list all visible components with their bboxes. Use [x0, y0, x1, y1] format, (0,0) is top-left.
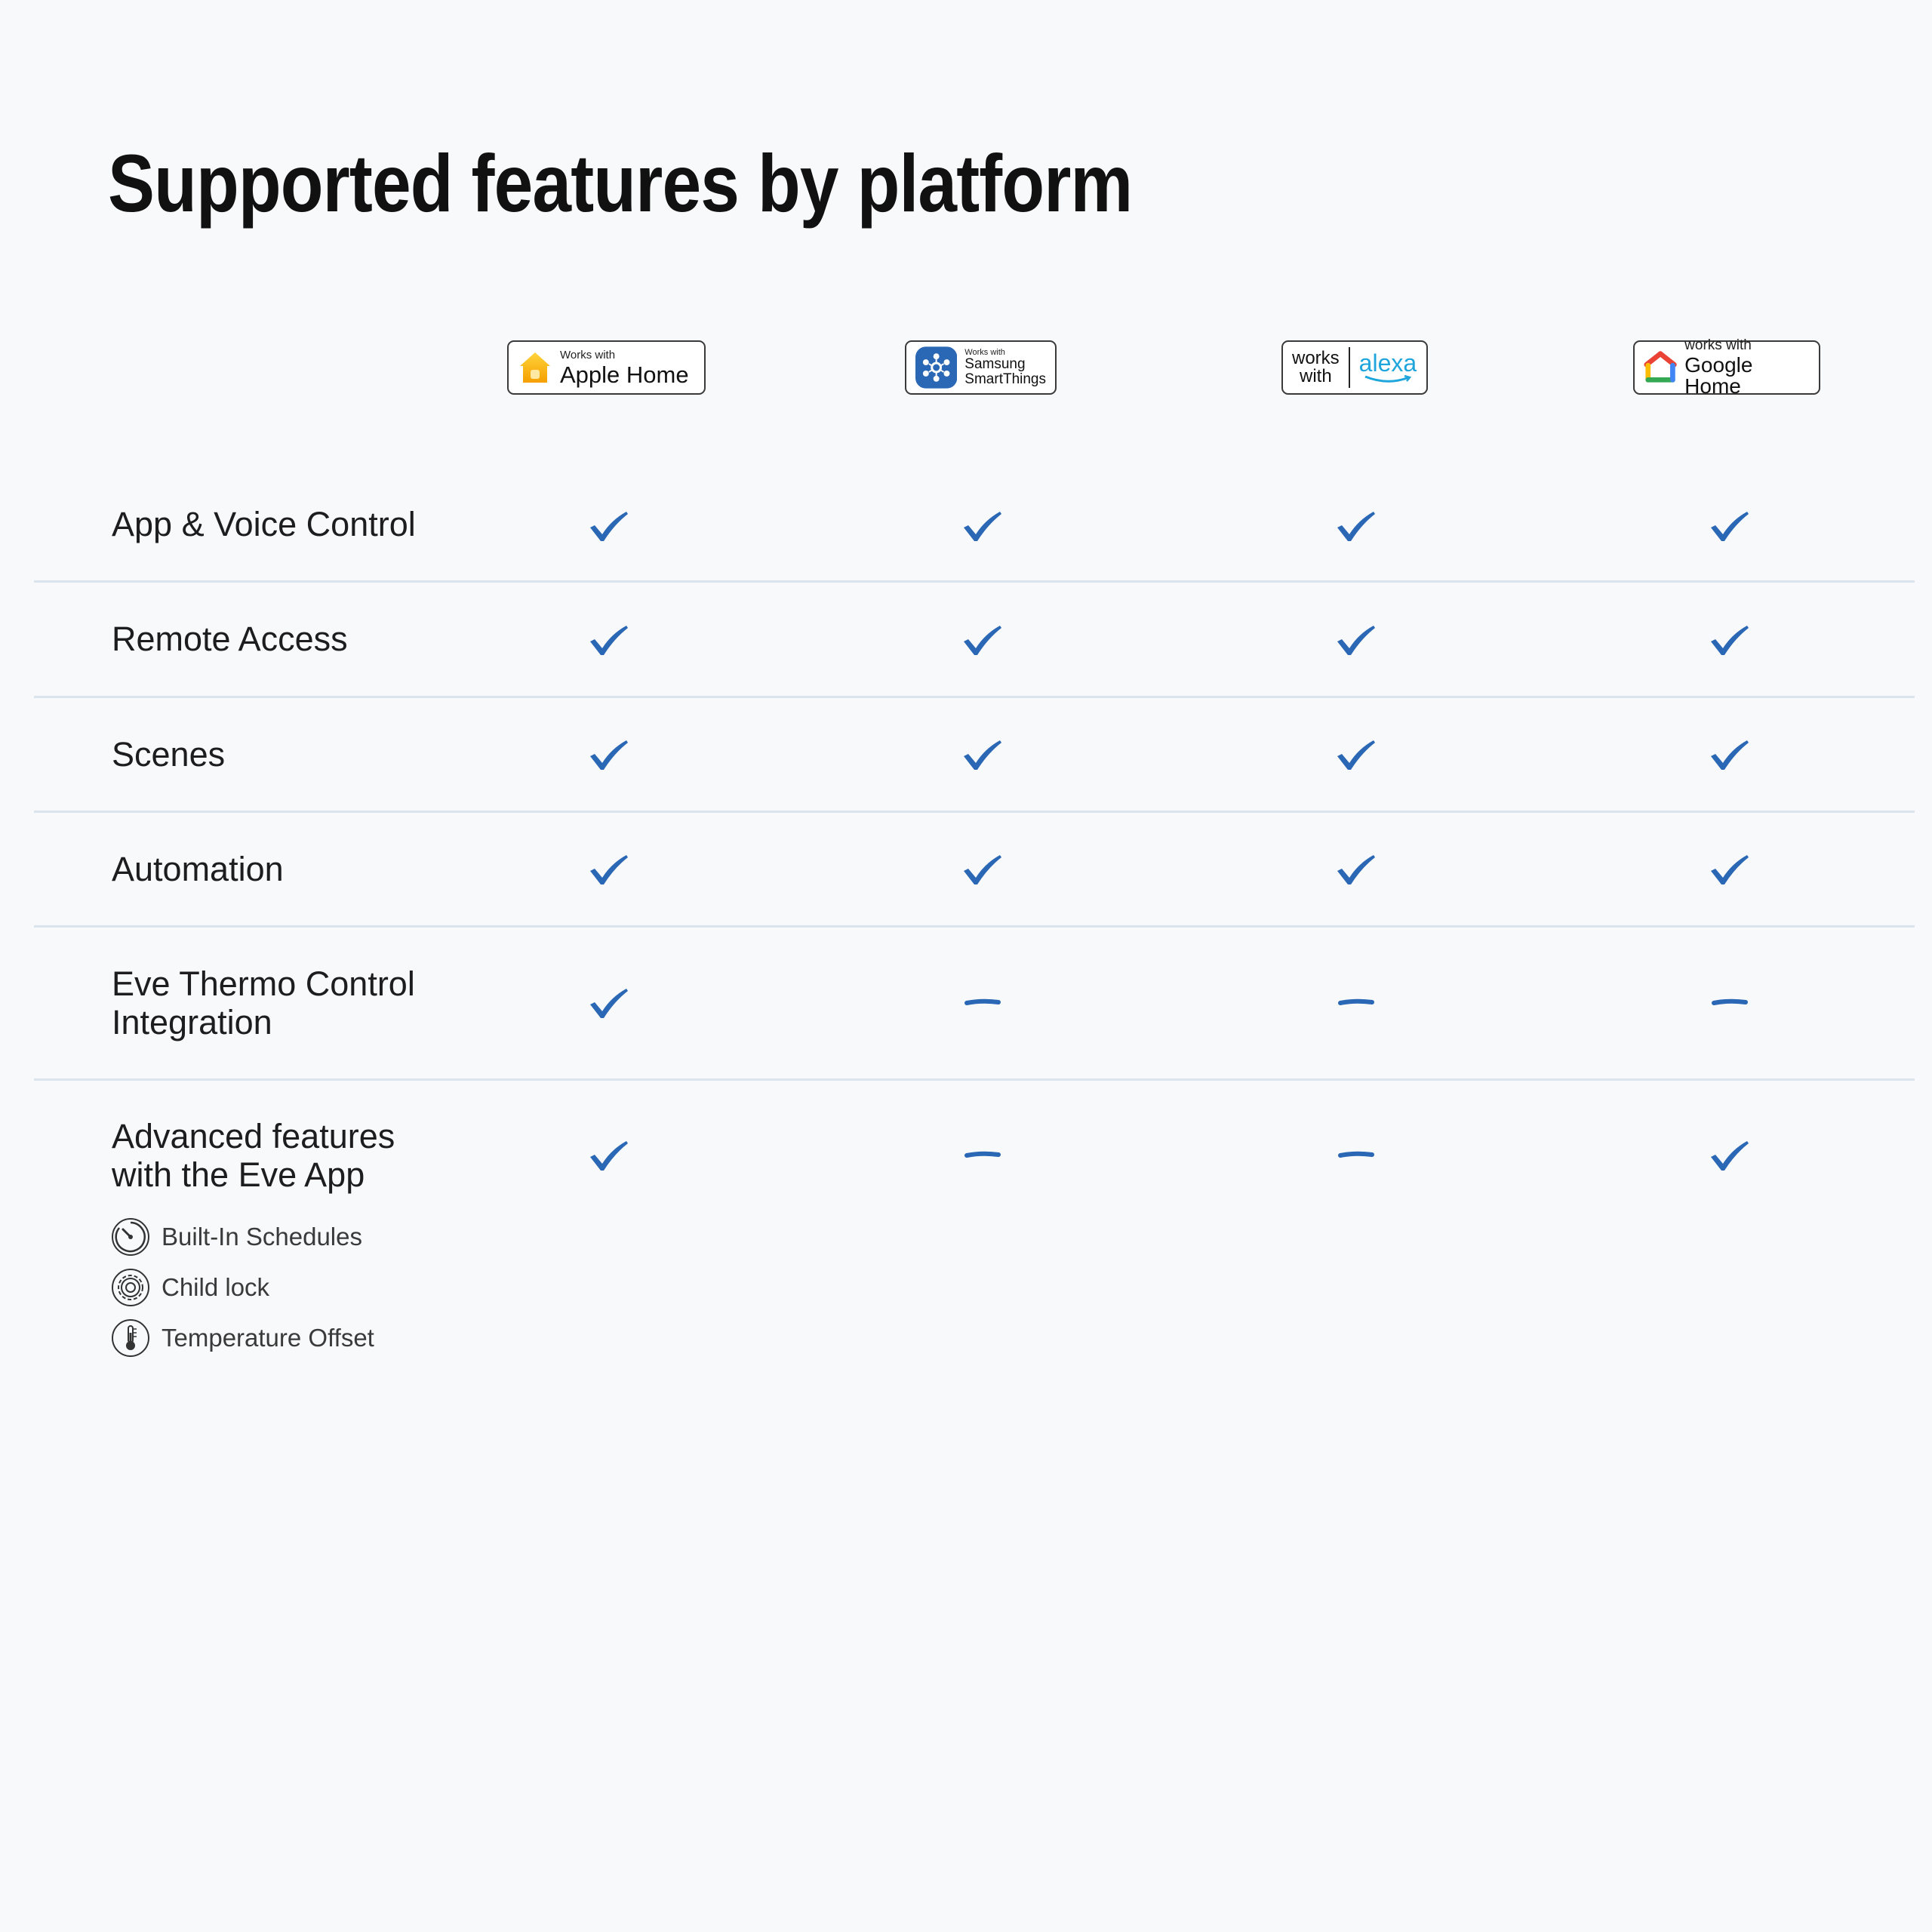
- check-icon: [590, 1141, 628, 1171]
- google-home-badge: works with Google Home: [1633, 337, 1820, 398]
- check-icon: [1337, 855, 1375, 884]
- check-icon: [1711, 626, 1749, 655]
- dash-icon: [964, 1151, 1001, 1158]
- badge-separator: [1348, 347, 1350, 388]
- feature-label-advanced-features: Advanced features with the Eve App: [112, 1117, 395, 1194]
- feature-label-scenes: Scenes: [112, 735, 226, 774]
- badge-platform-name: Google Home: [1684, 353, 1753, 398]
- row-divider: [34, 925, 1915, 928]
- advanced-item-label: Temperature Offset: [162, 1324, 374, 1352]
- page-title: Supported features by platform: [108, 137, 1133, 229]
- feature-label-line: Eve Thermo Control: [112, 964, 415, 1003]
- row-divider: [34, 696, 1915, 698]
- check-icon: [964, 512, 1001, 541]
- check-icon: [964, 626, 1001, 655]
- samsung-smartthings-badge: Works with Samsung SmartThings: [905, 340, 1057, 395]
- row-divider: [34, 1078, 1915, 1081]
- feature-label-eve-thermo-control: Eve Thermo Control Integration: [112, 964, 415, 1041]
- check-icon: [1337, 740, 1375, 770]
- apple-home-badge: Works with Apple Home: [507, 340, 706, 395]
- dash-icon: [1338, 998, 1374, 1005]
- google-home-icon: [1644, 351, 1677, 383]
- feature-label-automation: Automation: [112, 850, 284, 888]
- smartthings-icon: [915, 346, 958, 389]
- badge-with-text: with: [1299, 366, 1332, 386]
- badge-platform-name: Apple Home: [560, 361, 689, 388]
- check-icon: [964, 740, 1001, 770]
- check-icon: [964, 855, 1001, 884]
- check-icon: [1711, 1141, 1749, 1171]
- dash-icon: [1338, 1151, 1374, 1158]
- alexa-smile-icon: [1364, 375, 1412, 383]
- feature-label-line: Integration: [112, 1003, 272, 1041]
- badge-small-text: Works with: [560, 348, 616, 361]
- badge-platform-name-line2: SmartThings: [964, 371, 1046, 387]
- check-icon: [590, 740, 628, 770]
- check-icon: [590, 626, 628, 655]
- check-icon: [1711, 740, 1749, 770]
- feature-label-line: Advanced features: [112, 1117, 395, 1155]
- check-icon: [590, 512, 628, 541]
- thermometer-icon: [112, 1319, 149, 1357]
- check-icon: [590, 855, 628, 884]
- check-icon: [590, 989, 628, 1018]
- check-icon: [1711, 512, 1749, 541]
- gear-lock-icon: [112, 1269, 149, 1306]
- advanced-item-label: Child lock: [162, 1273, 270, 1301]
- badge-small-text: works with: [1684, 337, 1752, 353]
- check-icon: [1337, 626, 1375, 655]
- advanced-item-schedules: Built-In Schedules: [110, 1217, 362, 1257]
- advanced-item-temperature-offset: Temperature Offset: [110, 1318, 374, 1358]
- badge-platform-name-line1: Samsung: [964, 355, 1026, 372]
- badge-platform-name: alexa: [1358, 349, 1417, 377]
- timer-icon: [112, 1218, 149, 1256]
- apple-home-icon: [520, 352, 550, 383]
- row-divider: [34, 811, 1915, 813]
- badge-works-text: works: [1292, 348, 1340, 368]
- feature-label-line: with the Eve App: [112, 1155, 365, 1194]
- badge-small-text: Works with: [964, 347, 1005, 357]
- advanced-item-label: Built-In Schedules: [162, 1223, 362, 1251]
- check-icon: [1711, 855, 1749, 884]
- feature-label-app-voice-control: App & Voice Control: [112, 505, 416, 543]
- dash-icon: [1712, 998, 1748, 1005]
- feature-label-remote-access: Remote Access: [112, 620, 348, 658]
- alexa-badge: works with alexa: [1281, 340, 1428, 395]
- advanced-item-child-lock: Child lock: [110, 1267, 269, 1308]
- dash-icon: [964, 998, 1001, 1005]
- row-divider: [34, 580, 1915, 583]
- check-icon: [1337, 512, 1375, 541]
